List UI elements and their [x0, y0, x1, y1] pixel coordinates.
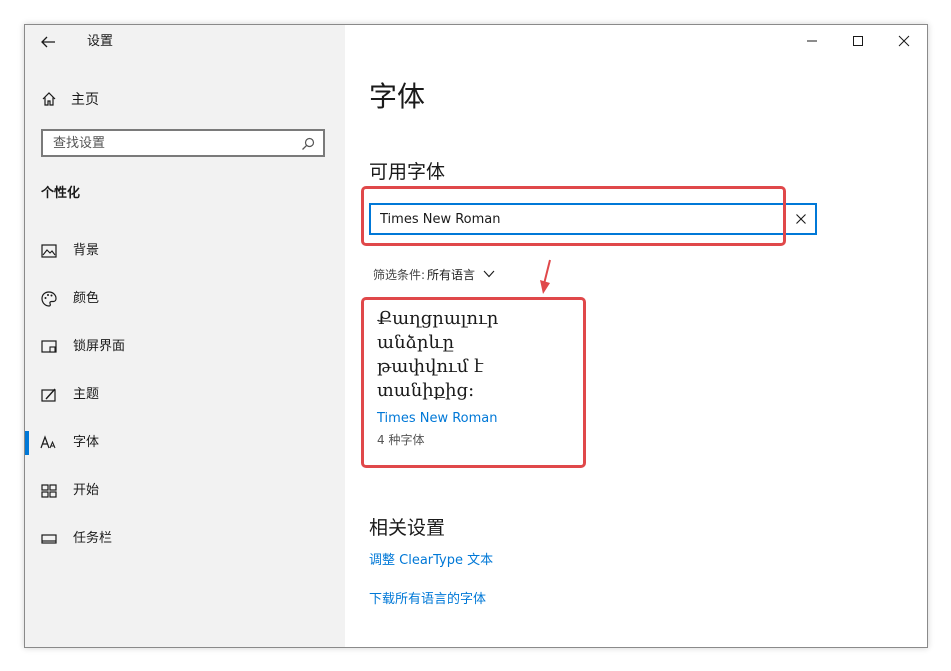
maximize-button[interactable]: [835, 25, 881, 57]
filter-key: 筛选条件:: [373, 267, 426, 282]
sidebar-item-start[interactable]: 开始: [25, 469, 345, 513]
close-button[interactable]: [881, 25, 927, 57]
annotation-arrow-icon: [540, 259, 551, 294]
clear-icon[interactable]: [795, 213, 807, 225]
settings-search-input[interactable]: [53, 134, 293, 152]
sidebar-item-background[interactable]: 背景: [25, 229, 345, 273]
highlight-box-search: [361, 186, 786, 246]
cleartype-link[interactable]: 调整 ClearType 文本: [369, 549, 493, 568]
related-settings-title: 相关设置: [369, 517, 446, 539]
sidebar-item-fonts[interactable]: 字体: [25, 421, 345, 465]
section-label: 个性化: [41, 186, 81, 201]
sidebar-item-label: 开始: [73, 483, 100, 498]
image-icon: [41, 244, 57, 258]
sidebar-item-label: 锁屏界面: [73, 339, 126, 354]
highlight-box-card: [361, 297, 586, 468]
selected-indicator: [25, 431, 29, 455]
palette-icon: [41, 291, 57, 307]
chevron-down-icon: [483, 270, 495, 278]
sidebar-item-label: 主题: [73, 387, 100, 402]
sidebar-item-home[interactable]: 主页: [41, 87, 99, 111]
available-fonts-title: 可用字体: [369, 161, 446, 183]
start-icon: [41, 484, 57, 498]
page-title: 字体: [369, 80, 426, 113]
app-title: 设置: [87, 34, 114, 49]
sidebar-item-lock-screen[interactable]: 锁屏界面: [25, 325, 345, 369]
lock-screen-icon: [41, 340, 57, 353]
theme-icon: [41, 388, 56, 402]
sidebar-item-label: 背景: [73, 243, 100, 258]
sidebar: 设置 主页 个性化 背景: [25, 25, 345, 647]
sidebar-item-theme[interactable]: 主题: [25, 373, 345, 417]
back-arrow-icon[interactable]: [39, 33, 57, 51]
minimize-button[interactable]: [789, 25, 835, 57]
close-icon: [898, 35, 910, 47]
taskbar-icon: [41, 534, 57, 544]
minimize-icon: [807, 40, 817, 42]
filter-dropdown[interactable]: 筛选条件: 所有语言: [373, 265, 495, 283]
filter-value: 所有语言: [427, 267, 476, 282]
download-fonts-link[interactable]: 下载所有语言的字体: [369, 588, 486, 607]
search-icon[interactable]: [301, 137, 315, 151]
sidebar-item-colors[interactable]: 颜色: [25, 277, 345, 321]
settings-search-box: [41, 129, 325, 157]
sidebar-item-label: 颜色: [73, 291, 100, 306]
sidebar-item-label: 字体: [73, 435, 100, 450]
sidebar-item-label: 任务栏: [73, 531, 113, 546]
sidebar-item-taskbar[interactable]: 任务栏: [25, 517, 345, 561]
maximize-icon: [853, 36, 863, 46]
home-icon: [42, 92, 56, 106]
home-label: 主页: [71, 92, 99, 108]
font-icon: [40, 435, 56, 449]
